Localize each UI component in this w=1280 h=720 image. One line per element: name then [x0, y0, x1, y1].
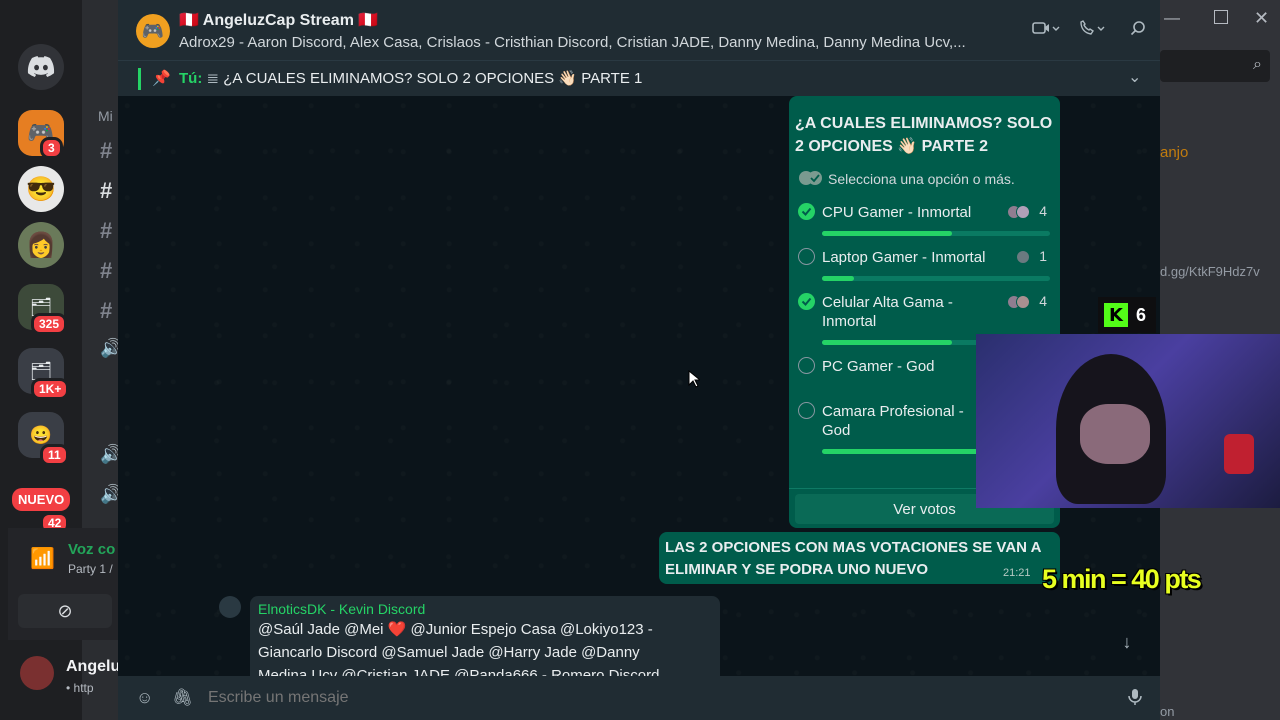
user-avatar[interactable] — [20, 656, 54, 690]
pin-accent — [138, 68, 141, 90]
option-label: Celular Alta Gama - Inmortal — [822, 294, 953, 330]
signal-icon: 📶 — [30, 548, 55, 570]
message-input[interactable] — [200, 684, 1080, 712]
poll-option[interactable]: Laptop Gamer - Inmortal 1 — [789, 247, 1059, 287]
poll-question: ¿A CUALES ELIMINAMOS? SOLO 2 OPCIONES 👋🏻… — [795, 115, 1053, 155]
poll-hint: Selecciona una opción o más. — [828, 171, 1015, 187]
message-text: @Saúl Jade @Mei ❤️ @Junior Espejo Casa @… — [258, 621, 660, 676]
double-check-icon — [798, 170, 824, 186]
rail-badge: 325 — [31, 313, 68, 335]
vote-bar-fill — [822, 276, 854, 281]
channel-hash-icon[interactable]: # — [100, 138, 112, 164]
channel-hash-icon[interactable]: # — [100, 218, 112, 244]
mouse-cursor — [688, 369, 702, 393]
poll-icon: ≣ — [206, 70, 220, 87]
vote-bar-fill — [822, 340, 952, 345]
chat-title: 🇵🇪 AngeluzCap Stream 🇵🇪 — [179, 12, 379, 29]
voter-avatars — [1007, 205, 1031, 219]
channel-hash-icon[interactable]: # — [100, 178, 112, 204]
camera-off-button[interactable]: ⊘ — [18, 594, 112, 628]
voice-call-button[interactable] — [1078, 20, 1114, 42]
minimize-icon[interactable]: — — [1164, 10, 1180, 28]
option-label: Camara Profesional - God — [822, 403, 964, 439]
webcam-feed — [976, 334, 1280, 508]
message-time: 21:21 — [1003, 567, 1031, 579]
rail-badge: 11 — [40, 444, 69, 466]
pinned-message-bar[interactable]: 📌 Tú: ≣ ¿A CUALES ELIMINAMOS? SOLO 2 OPC… — [118, 60, 1160, 96]
channel-hash-icon[interactable]: # — [100, 258, 112, 284]
chat-header[interactable]: 🎮 🇵🇪 AngeluzCap Stream 🇵🇪 Adrox29 - Aaro… — [118, 0, 1160, 60]
channel-hash-icon[interactable]: # — [100, 298, 112, 324]
unchecked-icon[interactable] — [798, 357, 815, 374]
voice-connection-panel: 📶 Voz co Party 1 / ⊘ — [8, 528, 122, 640]
user-name: Angelu — [66, 658, 121, 675]
group-avatar[interactable]: 🎮 — [136, 14, 170, 48]
discord-home-icon[interactable] — [18, 44, 64, 90]
vote-bar — [822, 276, 1050, 281]
outgoing-message[interactable]: LAS 2 OPCIONES CON MAS VOTACIONES SE VAN… — [659, 532, 1060, 584]
poll-option[interactable]: CPU Gamer - Inmortal 4 — [789, 202, 1059, 242]
message-text: LAS 2 OPCIONES CON MAS VOTACIONES SE VAN… — [665, 539, 1041, 578]
voter-avatars — [1007, 250, 1031, 264]
streamer-face — [1080, 404, 1150, 464]
option-label: CPU Gamer - Inmortal — [822, 204, 972, 221]
search-icon[interactable] — [1130, 20, 1150, 40]
sender-avatar[interactable] — [219, 596, 241, 618]
rail-badge: 1K+ — [31, 378, 70, 400]
unchecked-icon[interactable] — [798, 402, 815, 419]
checked-icon[interactable] — [798, 293, 815, 310]
voice-channel-name: Party 1 / — [68, 562, 113, 576]
pinned-text: ¿A CUALES ELIMINAMOS? SOLO 2 OPCIONES 👋🏻… — [223, 70, 643, 87]
voter-avatars — [1007, 295, 1031, 309]
vote-count: 4 — [1039, 293, 1047, 309]
option-label: PC Gamer - God — [822, 358, 935, 375]
chevron-down-icon[interactable]: ⌄ — [1128, 67, 1141, 87]
invite-link[interactable]: d.gg/KtkF9Hdz7v — [1160, 264, 1260, 279]
pin-icon: 📌 — [152, 70, 171, 87]
chat-members: Adrox29 - Aaron Discord, Alex Casa, Cris… — [179, 34, 966, 51]
search-icon: ⌕ — [1253, 56, 1262, 73]
vote-count: 4 — [1039, 203, 1047, 219]
unchecked-icon[interactable] — [798, 248, 815, 265]
option-label: Laptop Gamer - Inmortal — [822, 249, 986, 266]
vote-count: 1 — [1039, 248, 1047, 264]
close-icon[interactable]: ✕ — [1254, 8, 1269, 29]
microphone-icon[interactable] — [1128, 688, 1144, 708]
video-call-button[interactable] — [1032, 20, 1068, 42]
partial-text: on — [1160, 704, 1175, 719]
figure-decoration — [1224, 434, 1254, 474]
scroll-down-button[interactable]: ↓ — [1114, 632, 1140, 658]
pinned-sender: Tú: — [179, 70, 203, 87]
points-overlay: 5 min = 40 pts — [1042, 563, 1202, 594]
kick-viewer-badge: K 6 — [1098, 297, 1156, 333]
rail-badge: 3 — [40, 137, 63, 159]
sender-name: ElnoticsDK - Kevin Discord — [258, 601, 426, 617]
partial-text: anjo — [1160, 144, 1189, 161]
kick-logo-icon: K — [1104, 303, 1128, 327]
server-icon-person[interactable]: 👩 — [18, 222, 64, 268]
server-section-label: Mi — [98, 108, 113, 124]
user-status: • http — [66, 681, 94, 695]
maximize-icon[interactable] — [1214, 10, 1228, 24]
composer-bar: ☺ 🖇 — [118, 676, 1160, 720]
checked-icon[interactable] — [798, 203, 815, 220]
server-icon-avatar[interactable]: 😎 — [18, 166, 64, 212]
incoming-message[interactable]: ElnoticsDK - Kevin Discord @Saúl Jade @M… — [250, 596, 720, 676]
vote-bar-fill — [822, 231, 952, 236]
discord-search-box[interactable]: ⌕ — [1160, 50, 1270, 82]
attach-icon[interactable]: 🖇 — [172, 688, 194, 708]
vote-bar — [822, 231, 1050, 236]
new-badge[interactable]: NUEVO — [12, 488, 71, 511]
voice-status-label: Voz co — [68, 541, 116, 558]
viewer-count: 6 — [1136, 304, 1147, 325]
emoji-icon[interactable]: ☺ — [136, 688, 153, 708]
